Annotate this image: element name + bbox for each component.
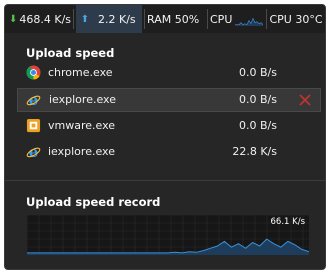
process-row[interactable]: e iexplore.exe 0.0 B/s	[17, 88, 321, 112]
cpu-mini-graph	[235, 17, 264, 26]
vmware-icon	[26, 118, 41, 133]
close-icon[interactable]	[297, 92, 313, 108]
process-row[interactable]: e iexplore.exe 22.8 K/s	[17, 140, 321, 164]
download-speed-value: 468.4 K/s	[19, 12, 72, 26]
separator	[73, 9, 74, 29]
chrome-icon	[26, 65, 41, 80]
process-name: vmware.exe	[48, 119, 116, 132]
download-speed[interactable]: ⬇ 468.4 K/s	[9, 5, 71, 33]
chart-peak-label: 66.1 K/s	[270, 217, 306, 227]
process-row[interactable]: vmware.exe 0.0 B/s	[17, 114, 321, 138]
process-name: chrome.exe	[48, 66, 113, 79]
status-bar: ⬇ 468.4 K/s ⬆ 2.2 K/s RAM 50% CPU CPU 30…	[5, 5, 325, 33]
cpu-temperature[interactable]: CPU 30°C	[267, 5, 325, 33]
process-speed: 22.8 K/s	[232, 145, 277, 158]
cpu-temperature-value: CPU 30°C	[269, 12, 323, 26]
process-speed: 0.0 B/s	[239, 93, 277, 106]
separator	[207, 9, 208, 29]
internet-explorer-icon: e	[26, 92, 41, 107]
cpu-usage[interactable]: CPU	[210, 5, 266, 33]
network-monitor-panel: ⬇ 468.4 K/s ⬆ 2.2 K/s RAM 50% CPU CPU 30…	[4, 4, 326, 270]
upload-speed-chart-plot	[27, 215, 309, 255]
upload-arrow-icon: ⬆	[80, 13, 90, 25]
internet-explorer-icon: e	[26, 144, 41, 159]
ram-usage[interactable]: RAM 50%	[147, 5, 205, 33]
process-row[interactable]: chrome.exe 0.0 B/s	[17, 61, 321, 85]
download-arrow-icon: ⬇	[9, 13, 18, 25]
upload-speed-record-heading: Upload speed record	[26, 195, 161, 209]
process-name: iexplore.exe	[49, 93, 116, 106]
ram-usage-value: RAM 50%	[147, 12, 200, 26]
upload-speed[interactable]: ⬆ 2.2 K/s	[76, 5, 142, 33]
process-speed: 0.0 B/s	[239, 119, 277, 132]
upload-speed-record-chart: 66.1 K/s	[27, 215, 309, 255]
process-name: iexplore.exe	[48, 145, 115, 158]
section-divider	[5, 180, 325, 181]
upload-speed-value: 2.2 K/s	[98, 12, 136, 26]
separator	[144, 9, 145, 29]
upload-speed-heading: Upload speed	[26, 46, 115, 60]
cpu-label: CPU	[210, 12, 233, 26]
process-speed: 0.0 B/s	[239, 66, 277, 79]
